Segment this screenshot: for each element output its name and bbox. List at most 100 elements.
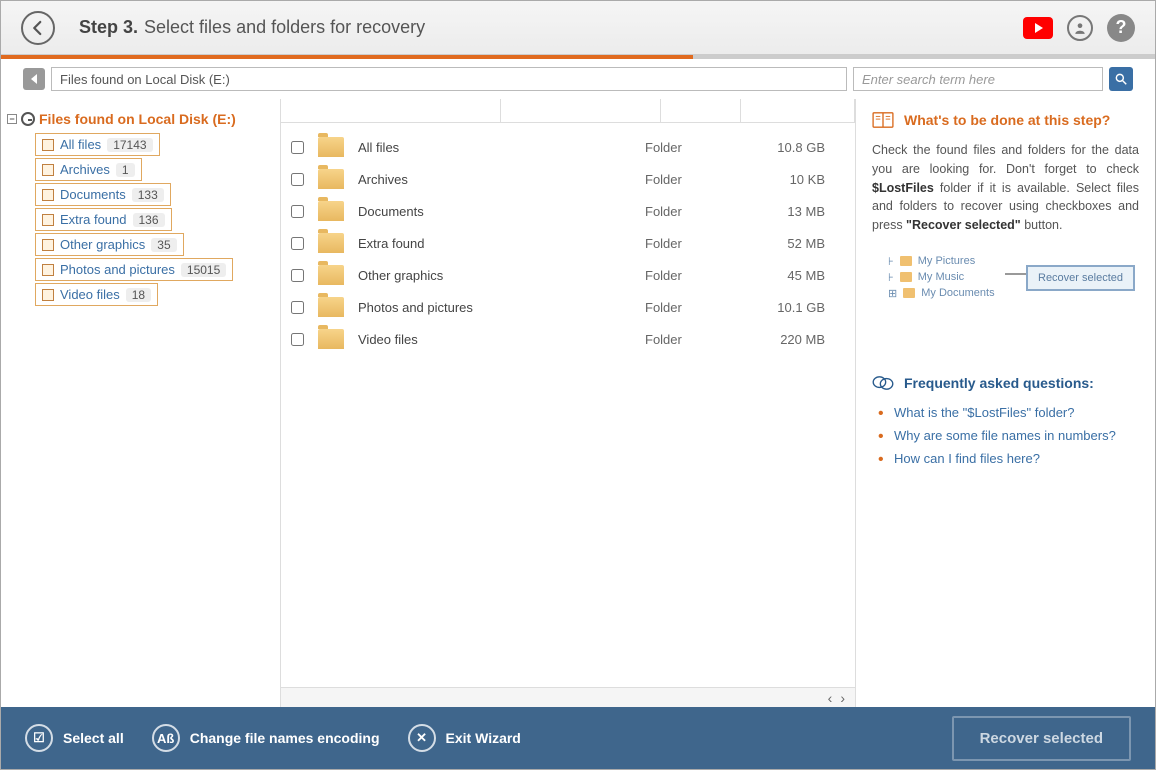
tree-item-count: 133: [132, 188, 164, 202]
page-prev[interactable]: ‹: [828, 690, 833, 706]
tree-item-label: Photos and pictures: [60, 262, 175, 277]
file-type: Folder: [645, 140, 745, 155]
file-size: 10.1 GB: [745, 300, 845, 315]
faq-item: How can I find files here?: [894, 447, 1139, 470]
file-name: Video files: [358, 332, 645, 347]
file-row[interactable]: All filesFolder10.8 GB: [281, 131, 855, 163]
file-row[interactable]: Video filesFolder220 MB: [281, 323, 855, 355]
folder-icon: [318, 169, 344, 189]
file-name: Other graphics: [358, 268, 645, 283]
path-back-button[interactable]: [23, 68, 45, 90]
select-all-button[interactable]: ☑ Select all: [25, 724, 124, 752]
file-name: Documents: [358, 204, 645, 219]
tree-item-label: Other graphics: [60, 237, 145, 252]
file-size: 45 MB: [745, 268, 845, 283]
list-header: [281, 99, 855, 123]
file-size: 10.8 GB: [745, 140, 845, 155]
help-title: What's to be done at this step?: [872, 111, 1139, 129]
tree-item-label: Documents: [60, 187, 126, 202]
exit-wizard-button[interactable]: ✕ Exit Wizard: [408, 724, 521, 752]
file-row[interactable]: Extra foundFolder52 MB: [281, 227, 855, 259]
tree-item-count: 15015: [181, 263, 226, 277]
tree-item[interactable]: All files 17143: [35, 133, 160, 156]
tree-item-label: Video files: [60, 287, 120, 302]
user-icon[interactable]: [1067, 15, 1093, 41]
folder-icon: [42, 139, 54, 151]
tree-item-count: 136: [133, 213, 165, 227]
help-sidebar: What's to be done at this step? Check th…: [855, 99, 1155, 707]
folder-icon: [42, 264, 54, 276]
folder-icon: [318, 137, 344, 157]
row-checkbox[interactable]: [291, 301, 304, 314]
collapse-icon[interactable]: −: [7, 114, 17, 124]
folder-icon: [318, 233, 344, 253]
back-button[interactable]: [21, 11, 55, 45]
tree-item-count: 17143: [107, 138, 152, 152]
faq-item: Why are some file names in numbers?: [894, 424, 1139, 447]
faq-link[interactable]: How can I find files here?: [894, 451, 1040, 466]
file-name: Archives: [358, 172, 645, 187]
file-name: All files: [358, 140, 645, 155]
row-checkbox[interactable]: [291, 173, 304, 186]
clock-icon: [21, 112, 35, 126]
file-row[interactable]: Other graphicsFolder45 MB: [281, 259, 855, 291]
folder-icon: [42, 289, 54, 301]
folder-icon: [42, 164, 54, 176]
tree-item-label: All files: [60, 137, 101, 152]
file-row[interactable]: DocumentsFolder13 MB: [281, 195, 855, 227]
tree-item[interactable]: Documents 133: [35, 183, 171, 206]
file-size: 52 MB: [745, 236, 845, 251]
row-checkbox[interactable]: [291, 205, 304, 218]
tree-item-label: Archives: [60, 162, 110, 177]
file-name: Extra found: [358, 236, 645, 251]
tree-item[interactable]: Archives 1: [35, 158, 142, 181]
tree-item[interactable]: Photos and pictures 15015: [35, 258, 233, 281]
file-type: Folder: [645, 332, 745, 347]
path-input[interactable]: Files found on Local Disk (E:): [51, 67, 847, 91]
faq-link[interactable]: Why are some file names in numbers?: [894, 428, 1116, 443]
file-name: Photos and pictures: [358, 300, 645, 315]
row-checkbox[interactable]: [291, 141, 304, 154]
close-icon: ✕: [408, 724, 436, 752]
file-list: All filesFolder10.8 GBArchivesFolder10 K…: [281, 99, 855, 707]
file-type: Folder: [645, 268, 745, 283]
folder-icon: [318, 265, 344, 285]
file-row[interactable]: ArchivesFolder10 KB: [281, 163, 855, 195]
tree-item-count: 1: [116, 163, 135, 177]
folder-icon: [42, 239, 54, 251]
file-type: Folder: [645, 204, 745, 219]
folder-icon: [318, 329, 344, 349]
tree-item[interactable]: Video files 18: [35, 283, 158, 306]
faq-item: What is the "$LostFiles" folder?: [894, 401, 1139, 424]
file-row[interactable]: Photos and picturesFolder10.1 GB: [281, 291, 855, 323]
tree-root[interactable]: − Files found on Local Disk (E:): [7, 109, 274, 129]
file-size: 10 KB: [745, 172, 845, 187]
faq-link[interactable]: What is the "$LostFiles" folder?: [894, 405, 1074, 420]
encoding-button[interactable]: Aß Change file names encoding: [152, 724, 380, 752]
file-size: 13 MB: [745, 204, 845, 219]
faq-title: Frequently asked questions:: [872, 375, 1139, 391]
row-checkbox[interactable]: [291, 237, 304, 250]
file-type: Folder: [645, 172, 745, 187]
page-next[interactable]: ›: [840, 690, 845, 706]
tree-item-label: Extra found: [60, 212, 127, 227]
row-checkbox[interactable]: [291, 269, 304, 282]
youtube-icon[interactable]: [1023, 17, 1053, 39]
tree-item[interactable]: Extra found 136: [35, 208, 172, 231]
tree-item[interactable]: Other graphics 35: [35, 233, 184, 256]
list-pagination: ‹ ›: [281, 687, 855, 707]
encoding-icon: Aß: [152, 724, 180, 752]
search-input[interactable]: Enter search term here: [853, 67, 1103, 91]
folder-icon: [318, 201, 344, 221]
help-text: Check the found files and folders for th…: [872, 141, 1139, 235]
search-button[interactable]: [1109, 67, 1133, 91]
tree-item-count: 18: [126, 288, 151, 302]
help-icon[interactable]: ?: [1107, 14, 1135, 42]
file-type: Folder: [645, 300, 745, 315]
folder-icon: [42, 214, 54, 226]
file-size: 220 MB: [745, 332, 845, 347]
page-title: Step 3.Select files and folders for reco…: [79, 17, 425, 38]
row-checkbox[interactable]: [291, 333, 304, 346]
tree-item-count: 35: [151, 238, 176, 252]
recover-selected-button[interactable]: Recover selected: [952, 716, 1131, 761]
